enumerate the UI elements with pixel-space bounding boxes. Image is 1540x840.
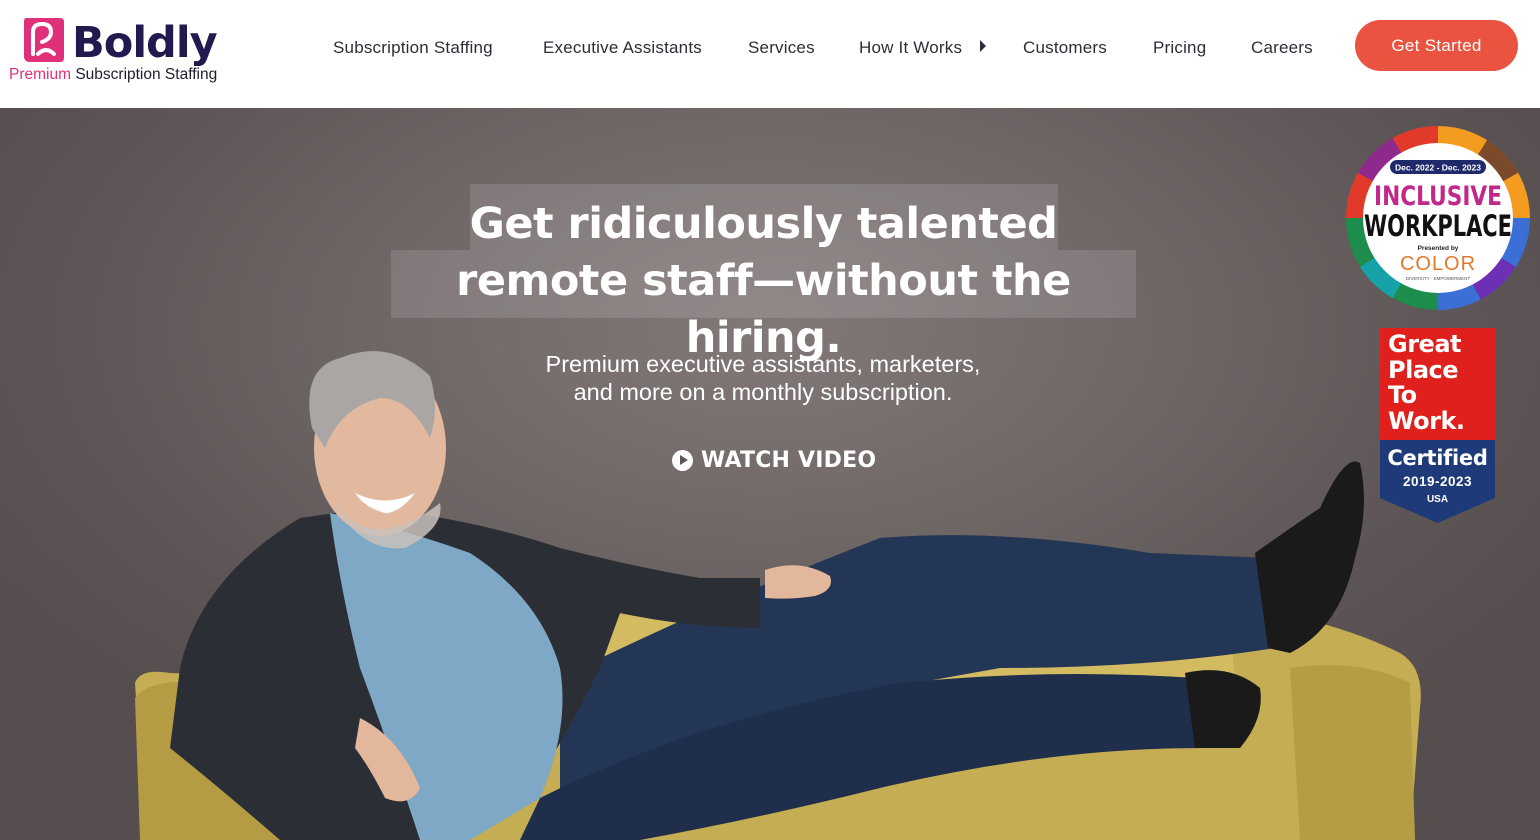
nav-careers[interactable]: Careers: [1251, 36, 1313, 60]
hero-subheading: Premium executive assistants, marketers,…: [440, 350, 1086, 406]
logo-tagline-rest: Subscription Staffing: [71, 66, 218, 83]
boldly-logo-mark-icon: [24, 18, 64, 62]
logo-tagline: Premium Subscription Staffing: [9, 66, 217, 84]
watch-video-button[interactable]: WATCH VIDEO: [672, 448, 876, 473]
nav-how-it-works[interactable]: How It Works: [859, 36, 962, 60]
gptw-title-line1: Great: [1388, 330, 1461, 358]
nav-customers[interactable]: Customers: [1023, 36, 1107, 60]
nav-pricing[interactable]: Pricing: [1153, 36, 1206, 60]
play-circle-icon: [672, 450, 693, 471]
gptw-years: 2019-2023: [1402, 474, 1473, 489]
gptw-title: Great Place To Work.: [1388, 330, 1493, 435]
submenu-caret-icon[interactable]: [980, 40, 986, 52]
nav-subscription-staffing[interactable]: Subscription Staffing: [333, 36, 493, 60]
inclusive-badge-dates: Dec. 2022 - Dec. 2023: [1395, 163, 1481, 173]
hero-subheading-line2: and more on a monthly subscription.: [573, 379, 953, 405]
watch-video-label: WATCH VIDEO: [701, 448, 877, 473]
inclusive-badge-line2: WORKPLACE: [1364, 209, 1512, 243]
inclusive-badge-line1: INCLUSIVE: [1374, 181, 1502, 212]
hero-headline: Get ridiculously talented remote staff—w…: [391, 196, 1136, 367]
nav-executive-assistants[interactable]: Executive Assistants: [543, 36, 702, 60]
logo-tagline-accent: Premium: [9, 66, 72, 83]
inclusive-badge-presented: Presented by: [1418, 245, 1459, 252]
inclusive-badge-org: COLOR: [1400, 253, 1476, 275]
hero-headline-line1: Get ridiculously talented: [469, 199, 1058, 249]
hero-subheading-line1: Premium executive assistants, marketers,: [545, 351, 981, 377]
boldly-logo[interactable]: Boldly Premium Subscription Staffing: [8, 10, 228, 90]
gptw-title-line3: To: [1388, 381, 1417, 409]
logo-wordmark: Boldly: [72, 18, 218, 68]
gptw-title-line2: Place: [1388, 355, 1459, 384]
hero-section: Get ridiculously talented remote staff—w…: [0, 108, 1540, 840]
gptw-title-line4: Work.: [1388, 406, 1465, 435]
inclusive-badge-org-sub: DIVERSITY · EMPOWERMENT: [1406, 276, 1470, 281]
gptw-country: USA: [1426, 494, 1449, 505]
inclusive-workplace-badge: Dec. 2022 - Dec. 2023 INCLUSIVE WORKPLAC…: [1346, 126, 1530, 310]
get-started-button[interactable]: Get Started: [1355, 20, 1518, 71]
site-header: Boldly Premium Subscription Staffing Sub…: [0, 0, 1540, 108]
nav-services[interactable]: Services: [748, 36, 815, 60]
gptw-certified: Certified: [1387, 446, 1488, 470]
great-place-to-work-badge: Great Place To Work. Certified 2019-2023…: [1380, 328, 1495, 523]
